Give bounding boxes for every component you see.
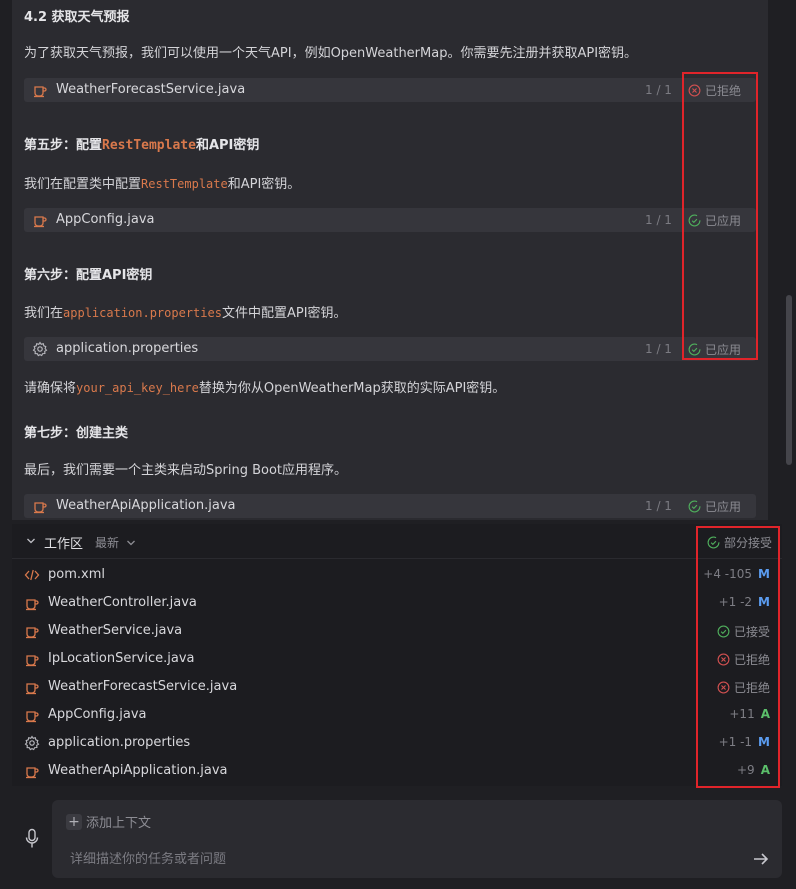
- chat-panel: 4.2 获取天气预报 为了获取天气预报，我们可以使用一个天气API，例如Open…: [12, 0, 768, 520]
- step-heading: 第七步：创建主类: [24, 426, 129, 441]
- file-row[interactable]: pom.xml +4 -105 M: [12, 561, 782, 589]
- paragraph: 为了获取天气预报，我们可以使用一个天气API，例如OpenWeatherMap。…: [24, 46, 638, 61]
- gear-icon: [32, 341, 48, 357]
- rejected-icon: [688, 84, 701, 97]
- file-name: IpLocationService.java: [48, 651, 195, 666]
- file-row[interactable]: WeatherService.java 已接受: [12, 617, 782, 645]
- applied-icon: [688, 214, 701, 227]
- rejected-icon: [717, 681, 730, 694]
- java-cup-icon: [34, 216, 47, 228]
- git-status-badge: M: [758, 735, 770, 749]
- paragraph: 我们在配置类中配置RestTemplate和API密钥。: [24, 177, 301, 192]
- applied-icon: [688, 500, 701, 513]
- file-row[interactable]: WeatherForecastService.java 已拒绝: [12, 673, 782, 701]
- java-cup-icon: [26, 711, 39, 723]
- file-card[interactable]: AppConfig.java 1 / 1 已应用: [24, 208, 756, 232]
- workspace-header[interactable]: 工作区 最新 部分接受: [12, 524, 782, 559]
- java-cup-icon: [26, 655, 39, 667]
- java-cup-icon: [26, 599, 39, 611]
- rejected-icon: [717, 653, 730, 666]
- microphone-icon[interactable]: [24, 828, 40, 850]
- applied-icon: [688, 343, 701, 356]
- sort-dropdown[interactable]: 最新: [95, 534, 136, 551]
- applied-icon: [707, 536, 720, 549]
- file-name: WeatherApiApplication.java: [48, 763, 228, 778]
- file-name: application.properties: [56, 341, 199, 356]
- paragraph: 请确保将your_api_key_here替换为你从OpenWeatherMap…: [24, 381, 506, 396]
- file-name: AppConfig.java: [48, 707, 147, 722]
- git-status-badge: M: [758, 567, 770, 581]
- workspace-status: 部分接受: [707, 534, 772, 551]
- file-name: WeatherForecastService.java: [48, 679, 238, 694]
- java-cup-icon: [26, 627, 39, 639]
- status-badge: 已应用: [688, 212, 741, 229]
- gear-icon: [24, 735, 40, 751]
- git-status-badge: A: [760, 763, 770, 777]
- status-badge: 已拒绝: [717, 679, 770, 696]
- diff-stat: +9: [737, 763, 755, 777]
- status-badge: 已接受: [717, 623, 770, 640]
- paragraph: 我们在application.properties文件中配置API密钥。: [24, 306, 347, 321]
- add-context-button[interactable]: + 添加上下文: [66, 812, 151, 831]
- status-badge: 已拒绝: [688, 82, 741, 99]
- file-row[interactable]: WeatherController.java +1 -2 M: [12, 589, 782, 617]
- code-icon: [24, 569, 40, 581]
- java-cup-icon: [26, 683, 39, 695]
- status-badge: 已拒绝: [717, 651, 770, 668]
- step-heading: 第五步：配置RestTemplate和API密钥: [24, 138, 260, 153]
- file-name: WeatherController.java: [48, 595, 197, 610]
- java-cup-icon: [26, 767, 39, 779]
- git-status-badge: M: [758, 595, 770, 609]
- step-heading: 第六步：配置API密钥: [24, 268, 153, 283]
- git-status-badge: A: [760, 707, 770, 721]
- file-row[interactable]: IpLocationService.java 已拒绝: [12, 645, 782, 673]
- file-name: pom.xml: [48, 567, 105, 582]
- java-cup-icon: [34, 86, 47, 98]
- diff-stat: +11: [729, 707, 755, 721]
- chevron-down-icon: [126, 540, 135, 546]
- accepted-icon: [717, 625, 730, 638]
- workspace-title: 工作区: [44, 537, 84, 552]
- section-title: 4.2 获取天气预报: [24, 10, 130, 25]
- file-name: application.properties: [48, 735, 191, 750]
- status-badge: 已应用: [688, 341, 741, 358]
- send-arrow-icon[interactable]: [752, 850, 770, 868]
- file-card[interactable]: WeatherForecastService.java 1 / 1 已拒绝: [24, 78, 756, 102]
- scrollbar-track[interactable]: [770, 0, 784, 520]
- diff-stat: +1 -1: [718, 735, 753, 749]
- status-badge: 已应用: [688, 498, 741, 515]
- file-name: WeatherService.java: [48, 623, 183, 638]
- change-count: 1 / 1: [645, 83, 672, 97]
- file-card[interactable]: application.properties 1 / 1 已应用: [24, 337, 756, 361]
- file-row[interactable]: AppConfig.java +11 A: [12, 701, 782, 729]
- file-card[interactable]: WeatherApiApplication.java 1 / 1 已应用: [24, 494, 756, 518]
- file-name: WeatherApiApplication.java: [56, 498, 236, 513]
- diff-stat: +4 -105: [703, 567, 753, 581]
- chevron-down-icon[interactable]: [26, 536, 36, 546]
- diff-stat: +1 -2: [718, 595, 753, 609]
- file-name: WeatherForecastService.java: [56, 82, 246, 97]
- java-cup-icon: [34, 502, 47, 514]
- change-count: 1 / 1: [645, 499, 672, 513]
- file-row[interactable]: application.properties +1 -1 M: [12, 729, 782, 757]
- file-name: AppConfig.java: [56, 212, 155, 227]
- message-input[interactable]: 详细描述你的任务或者问题: [70, 848, 226, 867]
- scrollbar-thumb[interactable]: [786, 295, 792, 465]
- plus-icon: +: [66, 813, 82, 830]
- workspace-panel: 工作区 最新 部分接受 pom.xml +4 -105 M WeatherCont…: [12, 524, 782, 786]
- file-row[interactable]: WeatherApiApplication.java +9 A: [12, 757, 782, 785]
- change-count: 1 / 1: [645, 213, 672, 227]
- chat-input-box[interactable]: + 添加上下文 详细描述你的任务或者问题: [52, 800, 782, 878]
- change-count: 1 / 1: [645, 342, 672, 356]
- paragraph: 最后，我们需要一个主类来启动Spring Boot应用程序。: [24, 463, 348, 478]
